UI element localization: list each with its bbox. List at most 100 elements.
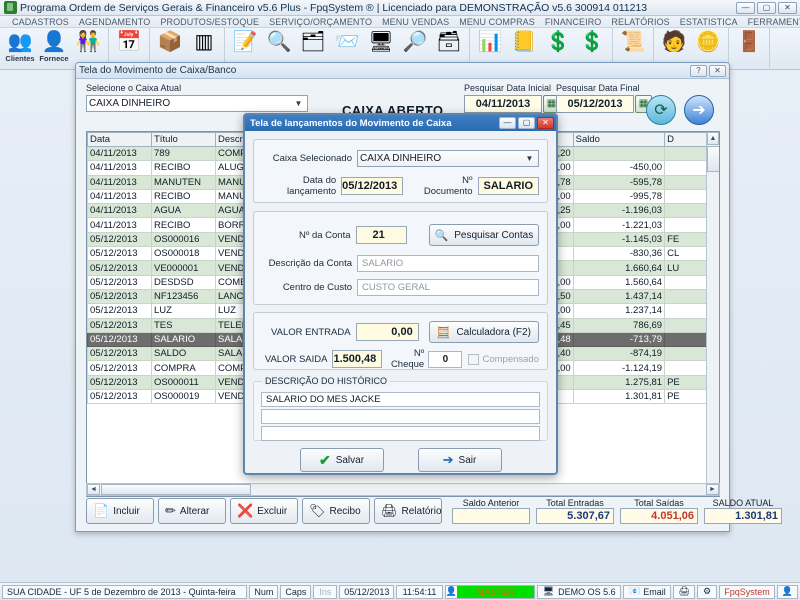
status-user-icon[interactable]: 👤 — [777, 585, 798, 599]
alterar-button[interactable]: ✏ Alterar — [158, 498, 226, 524]
maximize-button[interactable]: ▢ — [757, 2, 776, 14]
dialog-footer-buttons: ✔ Salvar ➔ Sair — [245, 448, 556, 472]
lancamento-dialog-titlebar: Tela de lançamentos do Movimento de Caix… — [245, 115, 556, 131]
cell-titulo: SALARIO — [152, 332, 216, 346]
menu-estatistica[interactable]: ESTATISTICA — [680, 17, 738, 27]
valor-entrada-label: VALOR ENTRADA — [260, 327, 351, 338]
cell-titulo: VE000001 — [152, 261, 216, 275]
dialog-minimize-button[interactable]: — — [499, 117, 516, 129]
toolbar-clientes-button[interactable]: 👥 Clientes — [3, 29, 37, 67]
scroll-right-icon[interactable]: ► — [706, 484, 719, 495]
data-lancamento-input[interactable]: 05/12/2013 — [341, 177, 403, 195]
select-caixa-dropdown[interactable]: CAIXA DINHEIRO ▼ — [86, 95, 308, 112]
caixa-window-close-button[interactable]: ✕ — [709, 65, 726, 77]
toolbar-fornecedores-label: Fornece — [39, 54, 68, 63]
col-titulo[interactable]: Título — [152, 133, 216, 147]
dialog-valores-group: VALOR ENTRADA 0,00 🧮 Calculadora (F2) VA… — [253, 312, 548, 370]
dialog-close-button[interactable]: ✕ — [537, 117, 554, 129]
refresh-button[interactable]: ⟳ — [646, 95, 676, 125]
saldo-atual-label: SALDO ATUAL — [713, 498, 774, 508]
help-button[interactable]: ? — [690, 65, 707, 77]
status-time: 11:54:11 — [396, 585, 442, 599]
status-email-cell[interactable]: 📧 Email — [623, 585, 671, 599]
menu-agendamento[interactable]: AGENDAMENTO — [79, 17, 150, 27]
user-icon: 👤 — [446, 586, 457, 597]
grid-vertical-scrollbar[interactable]: ▲ — [706, 132, 719, 496]
forward-button[interactable]: ➔ — [684, 95, 714, 125]
saldo-anterior-value — [452, 508, 530, 524]
caixa-selecionado-dropdown[interactable]: CAIXA DINHEIRO ▼ — [357, 150, 539, 167]
cell-saldo: 1.275,81 — [573, 375, 664, 389]
centro-custo-input[interactable]: CUSTO GERAL — [357, 279, 539, 296]
calculadora-button[interactable]: 🧮 Calculadora (F2) — [429, 321, 539, 343]
refresh-icon: ⟳ — [654, 100, 667, 120]
date-start-input[interactable]: 04/11/2013 — [464, 95, 542, 113]
dialog-maximize-button[interactable]: ▢ — [518, 117, 535, 129]
menu-compras[interactable]: MENU COMPRAS — [459, 17, 535, 27]
main-titlebar: Programa Ordem de Serviços Gerais & Fina… — [0, 0, 800, 16]
cell-titulo: DESDSD — [152, 275, 216, 289]
scroll-left-icon[interactable]: ◄ — [87, 484, 100, 495]
calculadora-label: Calculadora (F2) — [456, 327, 530, 338]
toolbar-group-sair: 🚪 — [729, 28, 770, 68]
menu-servico-orcamento[interactable]: SERVIÇO/ORÇAMENTO — [269, 17, 372, 27]
scroll-thumb[interactable] — [707, 146, 720, 172]
version-icon: 🖥 — [543, 586, 554, 597]
menu-relatorios[interactable]: RELATÓRIOS — [611, 17, 669, 27]
col-data[interactable]: Data — [88, 133, 152, 147]
scroll-up-icon[interactable]: ▲ — [707, 132, 719, 145]
hscroll-thumb[interactable] — [101, 484, 251, 495]
grid-horizontal-scrollbar[interactable]: ◄ ► — [86, 483, 720, 496]
relatorio-button[interactable]: 🖨 Relatório — [374, 498, 442, 524]
pesquisar-contas-button[interactable]: 🔍 Pesquisar Contas — [429, 224, 539, 246]
menu-financeiro[interactable]: FINANCEIRO — [545, 17, 602, 27]
lancamento-dialog-title: Tela de lançamentos do Movimento de Caix… — [247, 118, 497, 129]
cell-data: 05/12/2013 — [88, 289, 152, 303]
close-button[interactable]: ✕ — [778, 2, 797, 14]
descricao-conta-input[interactable]: SALARIO — [357, 255, 539, 272]
excluir-button[interactable]: ❌ Excluir — [230, 498, 298, 524]
cell-data: 05/12/2013 — [88, 275, 152, 289]
numero-documento-label: Nº Documento — [411, 175, 472, 197]
minimize-button[interactable]: — — [736, 2, 755, 14]
cell-data: 05/12/2013 — [88, 390, 152, 404]
toolbar-clientes-label: Clientes — [5, 54, 34, 63]
cell-saldo: -450,00 — [573, 161, 664, 175]
select-caixa-label: Selecione o Caixa Atual — [86, 83, 308, 93]
cell-data: 05/12/2013 — [88, 247, 152, 261]
cell-data: 04/11/2013 — [88, 204, 152, 218]
compensado-checkbox[interactable]: Compensado — [468, 354, 539, 365]
menu-cadastros[interactable]: CADASTROS — [12, 17, 69, 27]
toolbar-sair-button[interactable]: 🚪 — [732, 29, 766, 67]
menu-ferramentas[interactable]: FERRAMENTAS — [748, 17, 800, 27]
numero-conta-input[interactable]: 21 — [356, 226, 407, 244]
salvar-button[interactable]: ✔ Salvar — [300, 448, 384, 472]
search-icon: 🔍 — [435, 229, 449, 242]
historico-legend: DESCRIÇÃO DO HISTÓRICO — [262, 376, 390, 386]
descricao-conta-label: Descrição da Conta — [260, 258, 352, 269]
toolbar-fornecedores-button[interactable]: 👤 Fornece — [37, 29, 71, 67]
cell-data: 05/12/2013 — [88, 318, 152, 332]
select-caixa-value: CAIXA DINHEIRO — [89, 98, 170, 109]
menu-produtos-estoque[interactable]: PRODUTOS/ESTOQUE — [160, 17, 259, 27]
numero-documento-input[interactable]: SALARIO — [478, 177, 540, 195]
edit-pencil-icon: ✏ — [165, 503, 176, 519]
historico-line-3[interactable] — [261, 426, 540, 441]
cell-titulo: OS000016 — [152, 232, 216, 246]
status-user-cell: 👤 MASTER — [445, 585, 535, 599]
status-printer-icon[interactable]: 🖨 — [673, 585, 694, 599]
col-saldo[interactable]: Saldo — [573, 133, 664, 147]
incluir-button[interactable]: 📄 Incluir — [86, 498, 154, 524]
valor-saida-input[interactable]: 1.500,48 — [332, 350, 382, 368]
historico-line-1[interactable]: SALARIO DO MES JACKE — [261, 392, 540, 407]
menu-vendas[interactable]: MENU VENDAS — [382, 17, 449, 27]
sair-button[interactable]: ➔ Sair — [418, 448, 502, 472]
status-settings-icon[interactable]: ⚙ — [697, 585, 717, 599]
scroll-report-icon: 📜 — [621, 31, 646, 53]
recibo-button[interactable]: 🏷 Recibo — [302, 498, 370, 524]
historico-line-2[interactable] — [261, 409, 540, 424]
date-end-input[interactable]: 05/12/2013 — [556, 95, 634, 113]
valor-entrada-input[interactable]: 0,00 — [356, 323, 419, 341]
products-icon: 📦 — [158, 31, 183, 53]
numero-cheque-input[interactable]: 0 — [428, 351, 462, 368]
